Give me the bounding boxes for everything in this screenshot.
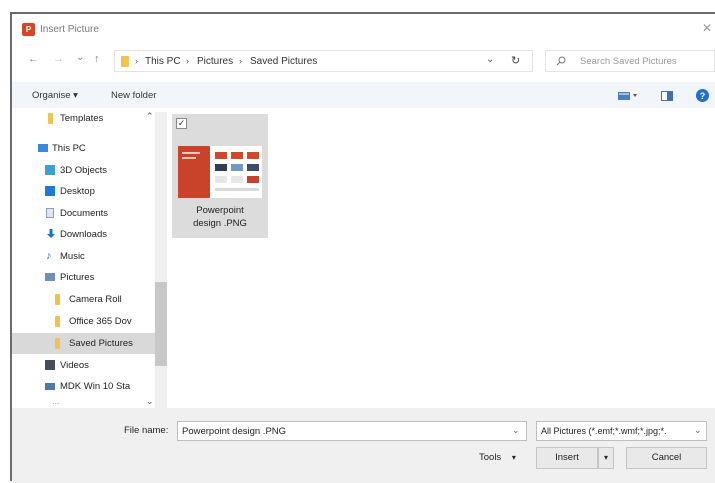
- file-name-line1: Powerpoint: [196, 205, 244, 216]
- file-checkbox[interactable]: ✓: [176, 118, 187, 129]
- close-button[interactable]: ✕: [702, 21, 712, 35]
- file-type-value: All Pictures (*.emf;*.wmf;*.jpg;*.: [541, 426, 667, 436]
- file-name-field[interactable]: Powerpoint design .PNG ⌄: [177, 421, 527, 441]
- sidebar-item-3d-objects[interactable]: 3D Objects: [12, 160, 155, 181]
- breadcrumb-this-pc[interactable]: This PC: [145, 56, 181, 67]
- insert-dropdown-button[interactable]: ▾: [598, 447, 614, 469]
- search-placeholder: Search Saved Pictures: [580, 56, 677, 67]
- sidebar-item-label: 3D Objects: [60, 165, 107, 176]
- view-options-icon[interactable]: [618, 91, 638, 101]
- preview-pane-icon[interactable]: [661, 91, 673, 101]
- download-icon: [47, 229, 55, 238]
- insert-picture-dialog: P Insert Picture ✕ ← → ⌄ ↑ › This PC › P…: [10, 12, 715, 483]
- sidebar-item-label: Videos: [60, 360, 89, 371]
- folder-icon: [55, 294, 60, 305]
- forward-button[interactable]: →: [53, 53, 64, 65]
- document-icon: [46, 208, 54, 218]
- tools-label: Tools: [479, 452, 502, 463]
- breadcrumb-saved-pictures[interactable]: Saved Pictures: [250, 56, 317, 67]
- command-bar: Organise ▾ New folder ?: [12, 82, 715, 108]
- svg-text:?: ?: [700, 91, 706, 101]
- sidebar-item-label: Documents: [60, 208, 109, 219]
- sidebar-item-pictures[interactable]: Pictures: [12, 267, 155, 288]
- refresh-icon[interactable]: ↻: [511, 54, 520, 67]
- sidebar-item-label: Office 365 Dov: [69, 316, 132, 327]
- address-bar[interactable]: › This PC › Pictures › Saved Pictures ⌄ …: [114, 50, 533, 72]
- recent-locations-button[interactable]: ⌄: [76, 52, 84, 63]
- file-name-dropdown-icon[interactable]: ⌄: [512, 425, 520, 436]
- sidebar-item-saved-pictures[interactable]: Saved Pictures: [12, 333, 155, 354]
- sidebar-overflow-item: ...: [52, 396, 60, 406]
- scroll-down-icon[interactable]: ⌄: [146, 396, 154, 407]
- file-name-line2: design .PNG: [193, 218, 247, 229]
- sidebar-item-label: Downloads: [60, 229, 107, 240]
- powerpoint-icon: P: [22, 23, 35, 36]
- organise-button[interactable]: Organise ▾: [32, 90, 78, 101]
- breadcrumb-pictures[interactable]: Pictures: [197, 56, 233, 67]
- music-icon: ♪: [46, 250, 52, 262]
- sidebar-item-office-365[interactable]: Office 365 Dov: [12, 311, 155, 332]
- folder-icon: [48, 113, 53, 124]
- video-icon: [45, 360, 55, 370]
- sidebar-item-label: MDK Win 10 Sta: [60, 381, 131, 392]
- folder-icon: [121, 56, 129, 67]
- up-button[interactable]: ↑: [94, 53, 100, 65]
- network-drive-icon: [45, 383, 55, 390]
- sidebar-item-label: Templates: [60, 113, 104, 124]
- cancel-button[interactable]: Cancel: [626, 447, 707, 469]
- file-type-dropdown-icon[interactable]: ⌄: [694, 425, 702, 436]
- sidebar-item-label: Pictures: [60, 272, 95, 283]
- sidebar-item-music[interactable]: ♪ Music: [12, 246, 155, 267]
- tools-button[interactable]: Tools ▾: [479, 452, 516, 463]
- sidebar-item-label: Music: [60, 251, 85, 262]
- sidebar-item-videos[interactable]: Videos: [12, 355, 155, 376]
- help-icon[interactable]: ?: [696, 89, 709, 102]
- sidebar-item-downloads[interactable]: Downloads: [12, 224, 155, 245]
- sidebar-item-templates[interactable]: Templates: [12, 108, 155, 129]
- window-title: Insert Picture: [40, 24, 99, 35]
- folder-icon: [55, 338, 60, 349]
- file-name-label: File name:: [124, 425, 169, 436]
- desktop-icon: [45, 186, 55, 196]
- search-icon: [556, 56, 566, 66]
- file-type-select[interactable]: All Pictures (*.emf;*.wmf;*.jpg;*. ⌄: [536, 421, 707, 441]
- sidebar-scrollbar-thumb[interactable]: [155, 282, 167, 366]
- computer-icon: [38, 144, 48, 152]
- new-folder-button[interactable]: New folder: [111, 90, 156, 101]
- sidebar-item-label: Desktop: [60, 186, 95, 197]
- dialog-footer: File name: Powerpoint design .PNG ⌄ All …: [12, 408, 715, 483]
- sidebar-item-documents[interactable]: Documents: [12, 203, 155, 224]
- address-dropdown-icon[interactable]: ⌄: [486, 54, 494, 65]
- file-name-value: Powerpoint design .PNG: [182, 426, 287, 437]
- sidebar-item-this-pc[interactable]: This PC: [12, 138, 155, 159]
- breadcrumb-separator: ›: [186, 56, 189, 66]
- file-tile[interactable]: ✓ Powerpoint design .PNG: [172, 114, 268, 238]
- sidebar-item-camera-roll[interactable]: Camera Roll: [12, 289, 155, 310]
- sidebar-item-label: Camera Roll: [69, 294, 122, 305]
- navigation-pane: ⌃ Templates This PC 3D Objects Desktop D…: [12, 108, 155, 408]
- sidebar-item-label: This PC: [52, 143, 86, 154]
- file-thumbnail: [178, 146, 262, 198]
- sidebar-item-label: Saved Pictures: [69, 338, 133, 349]
- sidebar-item-desktop[interactable]: Desktop: [12, 181, 155, 202]
- cube-icon: [45, 165, 55, 175]
- folder-icon: [55, 316, 60, 327]
- back-button[interactable]: ←: [28, 53, 39, 65]
- search-input[interactable]: Search Saved Pictures: [545, 50, 715, 72]
- pictures-icon: [45, 273, 55, 281]
- breadcrumb-separator: ›: [135, 56, 138, 66]
- title-bar: P Insert Picture ✕: [12, 14, 715, 44]
- sidebar-item-mdk-win-10[interactable]: MDK Win 10 Sta: [12, 376, 155, 397]
- insert-button[interactable]: Insert: [536, 447, 598, 469]
- breadcrumb-separator: ›: [239, 56, 242, 66]
- tools-caret-icon: ▾: [511, 453, 516, 462]
